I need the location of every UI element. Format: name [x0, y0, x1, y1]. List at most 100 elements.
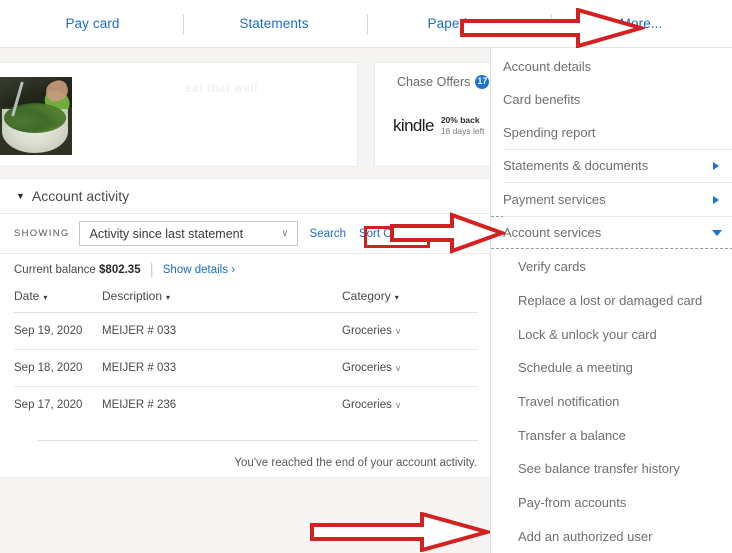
menu-item-label: Account details	[503, 59, 592, 74]
menu-item-label: Pay-from accounts	[518, 495, 627, 510]
balance-text: Current balance	[14, 263, 96, 276]
nav-divider-1	[183, 15, 184, 35]
cell-category[interactable]: Groceries ∨	[342, 312, 478, 350]
offer-item-kindle[interactable]: kindle 20% back 18 days left	[393, 115, 484, 137]
sort-caret-icon: ▾	[166, 293, 171, 302]
offer-details: 20% back 18 days left	[441, 115, 484, 137]
activity-filter-select[interactable]: Activity since last statement ∨	[78, 221, 298, 246]
offers-count-badge: 17	[475, 75, 490, 89]
nav-item-statements[interactable]: Statements	[200, 0, 348, 47]
more-dropdown-menu: Account details Card benefits Spending rep…	[490, 48, 732, 553]
promo-card-dining[interactable]: eat that well Learn More›	[0, 62, 358, 215]
chase-offers-header: Chase Offers 17	[397, 75, 490, 89]
menu-item-replace-a-lost-or-damaged-card[interactable]: Replace a lost or damaged card	[491, 284, 732, 317]
menu-item-see-balance-transfer-history[interactable]: See balance transfer history	[491, 452, 732, 485]
offer-amount: 20% back	[440, 115, 480, 125]
menu-item-label: Schedule a meeting	[518, 360, 633, 375]
menu-item-label: Card benefits	[503, 92, 581, 107]
menu-item-schedule-a-meeting[interactable]: Schedule a meeting	[491, 351, 732, 384]
chase-offers-title: Chase Offers	[397, 75, 471, 89]
show-details-link[interactable]: Show details ›	[163, 264, 235, 276]
menu-item-lock-unlock-your-card[interactable]: Lock & unlock your card	[491, 318, 732, 351]
menu-item-payment-services[interactable]: Payment services	[491, 183, 732, 216]
sort-options-link[interactable]: Sort Options	[359, 228, 423, 240]
table-header-row: Date ▾ Description ▾ Category ▾	[14, 289, 478, 313]
column-label: Description	[102, 289, 163, 303]
activity-filter-value: Activity since last statement	[89, 226, 244, 241]
activity-filter-row: SHOWING Activity since last statement ∨ …	[0, 214, 491, 254]
cell-description: MEIJER # 033	[102, 349, 342, 387]
offer-expiry: 18 days left	[440, 126, 485, 136]
column-header-description[interactable]: Description ▾	[102, 289, 342, 313]
kindle-logo: kindle	[393, 116, 434, 135]
menu-item-account-details[interactable]: Account details	[491, 50, 732, 83]
nav-divider-2	[367, 15, 368, 35]
menu-separator	[503, 149, 732, 150]
cell-date: Sep 19, 2020	[14, 312, 102, 350]
chevron-right-icon	[713, 195, 719, 204]
menu-item-label: Transfer a balance	[518, 428, 626, 443]
column-label: Date	[14, 289, 40, 303]
menu-item-verify-cards[interactable]: Verify cards	[491, 250, 732, 283]
nav-item-paperless[interactable]: Paperless	[384, 0, 532, 47]
sort-caret-icon: ▾	[43, 293, 48, 302]
menu-item-spending-report[interactable]: Spending report	[491, 116, 732, 149]
menu-item-label: Lock & unlock your card	[518, 327, 657, 342]
chevron-down-icon: ∨	[281, 228, 289, 239]
cell-date: Sep 17, 2020	[14, 399, 83, 411]
column-header-date[interactable]: Date ▾	[14, 289, 102, 313]
current-balance-label: Current balance $802.35	[14, 264, 141, 276]
menu-item-label: Verify cards	[518, 259, 586, 274]
menu-item-pay-from-accounts[interactable]: Pay-from accounts	[491, 486, 732, 519]
menu-item-label: Statements & documents	[503, 158, 649, 173]
menu-item-statements-documents[interactable]: Statements & documents	[491, 149, 732, 182]
chevron-right-icon: ›	[231, 263, 236, 276]
account-activity-header[interactable]: ▼ Account activity	[0, 179, 491, 214]
chevron-down-icon: ∨	[394, 363, 402, 373]
nav-item-pay-card[interactable]: Pay card	[20, 0, 165, 47]
menu-item-label: Payment services	[503, 192, 606, 207]
menu-item-card-benefits[interactable]: Card benefits	[491, 83, 732, 116]
current-balance-value: $802.35	[99, 263, 141, 276]
nav-item-label: More...	[619, 16, 663, 31]
table-end-divider	[38, 440, 478, 441]
nav-item-more[interactable]: More...	[568, 0, 714, 47]
menu-item-transfer-a-balance[interactable]: Transfer a balance	[491, 419, 732, 452]
account-activity-card: ▼ Account activity SHOWING Activity sinc…	[0, 178, 492, 478]
promo-faded-headline: eat that well	[185, 81, 258, 95]
menu-separator	[503, 216, 732, 217]
nav-item-label: Paperless	[427, 16, 489, 31]
menu-item-add-an-authorized-user[interactable]: Add an authorized user	[491, 520, 732, 553]
collapse-caret-icon: ▼	[16, 191, 25, 201]
menu-item-account-services[interactable]: Account services	[491, 216, 732, 249]
nav-divider-3	[551, 15, 552, 35]
cell-category[interactable]: Groceries ∨	[342, 387, 478, 424]
menu-item-label: Add an authorized user	[518, 529, 653, 544]
search-link[interactable]: Search	[310, 228, 346, 240]
table-row[interactable]: Sep 19, 2020 MEIJER # 033 Groceries ∨	[14, 312, 478, 350]
menu-item-label: Travel notification	[518, 394, 620, 409]
menu-item-label: Account services	[503, 225, 602, 240]
transactions-table: Date ▾ Description ▾ Category ▾ Sep 19, 202…	[14, 289, 478, 423]
account-activity-title: Account activity	[31, 188, 130, 204]
menu-separator	[503, 182, 732, 183]
chevron-down-icon	[712, 229, 722, 236]
category-label: Groceries	[342, 362, 392, 374]
nav-item-label: Statements	[239, 16, 309, 31]
cell-category[interactable]: Groceries ∨	[342, 349, 478, 387]
table-row[interactable]: Sep 18, 2020 MEIJER # 033 Groceries ∨	[14, 349, 478, 387]
nav-item-label: Pay card	[65, 16, 120, 31]
chevron-right-icon	[713, 161, 719, 170]
table-row[interactable]: Sep 17, 2020 MEIJER # 236 Groceries ∨	[14, 387, 478, 424]
balance-divider: |	[149, 260, 154, 278]
current-balance-row: Current balance $802.35 | Show details ›	[0, 254, 491, 285]
column-header-category[interactable]: Category ▾	[342, 289, 478, 313]
sort-caret-icon: ▾	[394, 293, 399, 302]
showing-label: SHOWING	[14, 228, 70, 239]
chevron-down-icon: ∨	[394, 326, 402, 336]
top-navigation-bar: Pay card Statements Paperless More...	[0, 0, 732, 48]
menu-item-label: Replace a lost or damaged card	[518, 293, 703, 308]
cell-date: Sep 18, 2020	[14, 349, 102, 387]
end-of-activity-note: You've reached the end of your account a…	[234, 457, 477, 469]
menu-item-travel-notification[interactable]: Travel notification	[491, 385, 732, 418]
